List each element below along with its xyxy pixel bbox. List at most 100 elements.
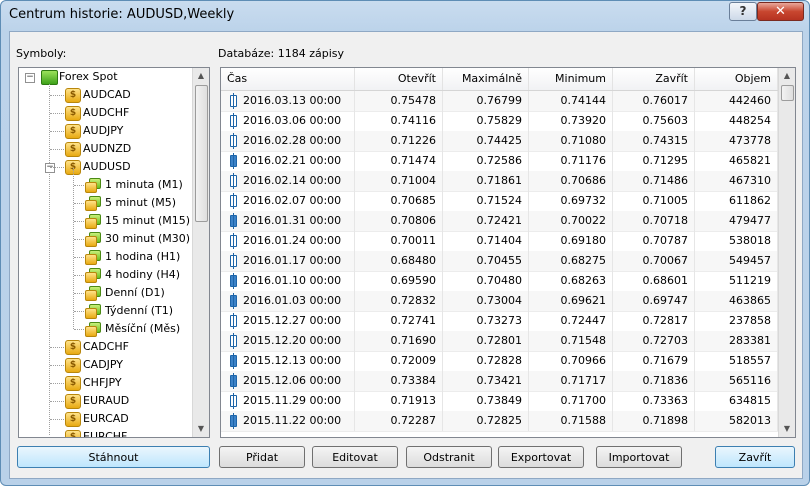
table-row[interactable]: 2015.12.20 00:00 0.71690 0.72801 0.71548 0.7… xyxy=(221,331,778,352)
help-button[interactable]: ? xyxy=(729,2,757,21)
table-cell: 237858 xyxy=(695,311,778,331)
table-cell: 0.76017 xyxy=(613,91,695,111)
symbol-coin-icon: $ xyxy=(65,358,81,373)
tree-timeframe[interactable]: 1 minuta (M1) xyxy=(105,176,183,194)
import-button[interactable]: Importovat xyxy=(596,446,682,468)
column-header[interactable]: Otevřít xyxy=(355,68,443,90)
tree-symbol-audnzd[interactable]: AUDNZD xyxy=(83,140,131,158)
tree-timeframe[interactable]: 15 minut (M15) xyxy=(105,212,190,230)
window-title: Centrum historie: AUDUSD,Weekly xyxy=(9,7,235,22)
symbols-tree[interactable]: ▲ ▼ − Forex Spot $ AUDCAD $ AUDCHF $ AUDJPY $ AUD… xyxy=(18,67,210,438)
close-window-button[interactable]: ✕ xyxy=(757,2,804,21)
table-cell: 479477 xyxy=(695,211,778,231)
table-cell: 0.71898 xyxy=(613,411,695,431)
table-row[interactable]: 2016.02.28 00:00 0.71226 0.74425 0.71080 0.7… xyxy=(221,131,778,152)
column-header[interactable]: Zavřít xyxy=(613,68,695,90)
table-cell: 0.70718 xyxy=(613,211,695,231)
symbol-coin-icon: $ xyxy=(65,124,81,139)
table-row[interactable]: 2016.01.03 00:00 0.72832 0.73004 0.69621 0.6… xyxy=(221,291,778,312)
tree-symbol-audjpy[interactable]: AUDJPY xyxy=(83,122,123,140)
table-cell: 611862 xyxy=(695,191,778,211)
table-cell: 0.71474 xyxy=(355,151,443,171)
table-row[interactable]: 2015.11.29 00:00 0.71913 0.73849 0.71700 0.7… xyxy=(221,391,778,412)
table-row[interactable]: 2016.03.13 00:00 0.75478 0.76799 0.74144 0.7… xyxy=(221,91,778,112)
tree-timeframe[interactable]: 4 hodiny (H4) xyxy=(105,266,180,284)
table-scroll-thumb[interactable] xyxy=(781,85,794,101)
tree-scrollbar[interactable]: ▲ ▼ xyxy=(192,68,209,437)
table-cell: 283381 xyxy=(695,331,778,351)
tree-timeframe[interactable]: Měsíční (Měs) xyxy=(105,320,180,338)
table-row[interactable]: 2016.02.21 00:00 0.71474 0.72586 0.71176 0.7… xyxy=(221,151,778,172)
tree-timeframe[interactable]: 1 hodina (H1) xyxy=(105,248,180,266)
history-table[interactable]: Čas Otevřít Maximálně Minimum Zavřít Objem 20… xyxy=(220,67,796,438)
download-button[interactable]: Stáhnout xyxy=(17,446,210,468)
collapse-toggle-icon[interactable]: − xyxy=(45,163,55,173)
tree-symbol-chfjpy[interactable]: CHFJPY xyxy=(83,374,122,392)
table-row[interactable]: 2016.02.07 00:00 0.70685 0.71524 0.69732 0.7… xyxy=(221,191,778,212)
table-cell: 0.72832 xyxy=(355,291,443,311)
table-cell: 0.72287 xyxy=(355,411,443,431)
tree-symbol-cadchf[interactable]: CADCHF xyxy=(83,338,129,356)
column-header[interactable]: Minimum xyxy=(529,68,613,90)
symbol-coin-icon: $ xyxy=(65,376,81,391)
table-cell: 0.71004 xyxy=(355,171,443,191)
table-row[interactable]: 2015.12.06 00:00 0.73384 0.73421 0.71717 0.7… xyxy=(221,371,778,392)
tree-symbol-audchf[interactable]: AUDCHF xyxy=(83,104,129,122)
table-row[interactable]: 2016.01.31 00:00 0.70806 0.72421 0.70022 0.7… xyxy=(221,211,778,232)
tree-symbol-cadjpy[interactable]: CADJPY xyxy=(83,356,123,374)
table-row[interactable]: 2015.12.27 00:00 0.72741 0.73273 0.72447 0.7… xyxy=(221,311,778,332)
title-bar: Centrum historie: AUDUSD,Weekly ? ✕ xyxy=(1,1,809,31)
tree-symbol-audcad[interactable]: AUDCAD xyxy=(83,86,131,104)
table-row[interactable]: 2016.01.10 00:00 0.69590 0.70480 0.68263 0.6… xyxy=(221,271,778,292)
remove-button[interactable]: Odstranit xyxy=(406,446,492,468)
tree-symbol-euraud[interactable]: EURAUD xyxy=(83,392,129,410)
tree-connector xyxy=(50,95,64,96)
tree-timeframe[interactable]: Týdenní (T1) xyxy=(105,302,173,320)
history-center-window: Centrum historie: AUDUSD,Weekly ? ✕ Symb… xyxy=(0,0,810,486)
table-scrollbar[interactable]: ▲ ▼ xyxy=(778,68,795,437)
table-cell: 0.68275 xyxy=(529,251,613,271)
collapse-toggle-icon[interactable]: − xyxy=(25,73,35,83)
table-cell: 565116 xyxy=(695,371,778,391)
column-header[interactable]: Čas xyxy=(221,68,355,90)
tree-timeframe[interactable]: 5 minut (M5) xyxy=(105,194,176,212)
table-row[interactable]: 2016.01.24 00:00 0.70011 0.71404 0.69180 0.7… xyxy=(221,231,778,252)
table-cell: 0.70806 xyxy=(355,211,443,231)
tree-symbol-audusd[interactable]: AUDUSD xyxy=(83,158,131,176)
table-row[interactable]: 2016.03.06 00:00 0.74116 0.75829 0.73920 0.7… xyxy=(221,111,778,132)
tree-scroll-thumb[interactable] xyxy=(195,85,208,222)
tree-timeframe[interactable]: Denní (D1) xyxy=(105,284,165,302)
table-row[interactable]: 2015.12.13 00:00 0.72009 0.72828 0.70966 0.7… xyxy=(221,351,778,372)
table-cell: 473778 xyxy=(695,131,778,151)
tree-timeframe[interactable]: 30 minut (M30) xyxy=(105,230,190,248)
close-button[interactable]: Zavřít xyxy=(715,446,795,468)
table-cell: 0.75478 xyxy=(355,91,443,111)
forex-folder-icon xyxy=(41,70,58,85)
tree-symbol-eurcad[interactable]: EURCAD xyxy=(83,410,129,428)
table-row[interactable]: 2015.11.22 00:00 0.72287 0.72825 0.71588 0.7… xyxy=(221,411,778,432)
edit-button[interactable]: Editovat xyxy=(312,446,398,468)
table-row[interactable]: 2016.01.17 00:00 0.68480 0.70455 0.68275 0.7… xyxy=(221,251,778,272)
tree-symbol-eurchf[interactable]: EURCHF xyxy=(83,428,127,437)
table-cell: 2016.01.03 00:00 xyxy=(221,291,355,311)
table-cell: 0.71548 xyxy=(529,331,613,351)
table-cell: 0.69590 xyxy=(355,271,443,291)
scroll-up-arrow-icon[interactable]: ▲ xyxy=(779,68,795,84)
table-cell: 2016.01.10 00:00 xyxy=(221,271,355,291)
tree-connector xyxy=(50,149,64,150)
table-cell: 0.73849 xyxy=(443,391,529,411)
add-button[interactable]: Přidat xyxy=(219,446,305,468)
export-button[interactable]: Exportovat xyxy=(498,446,584,468)
scroll-down-arrow-icon[interactable]: ▼ xyxy=(193,421,209,437)
column-header[interactable]: Objem xyxy=(695,68,778,90)
scroll-down-arrow-icon[interactable]: ▼ xyxy=(779,421,795,437)
table-cell: 0.70966 xyxy=(529,351,613,371)
symbol-coin-icon: $ xyxy=(65,88,81,103)
table-cell: 0.69732 xyxy=(529,191,613,211)
tree-root-forex-spot[interactable]: Forex Spot xyxy=(59,68,118,86)
table-cell: 2015.11.29 00:00 xyxy=(221,391,355,411)
table-cell: 448254 xyxy=(695,111,778,131)
scroll-up-arrow-icon[interactable]: ▲ xyxy=(193,68,209,84)
column-header[interactable]: Maximálně xyxy=(443,68,529,90)
table-row[interactable]: 2016.02.14 00:00 0.71004 0.71861 0.70686 0.7… xyxy=(221,171,778,192)
